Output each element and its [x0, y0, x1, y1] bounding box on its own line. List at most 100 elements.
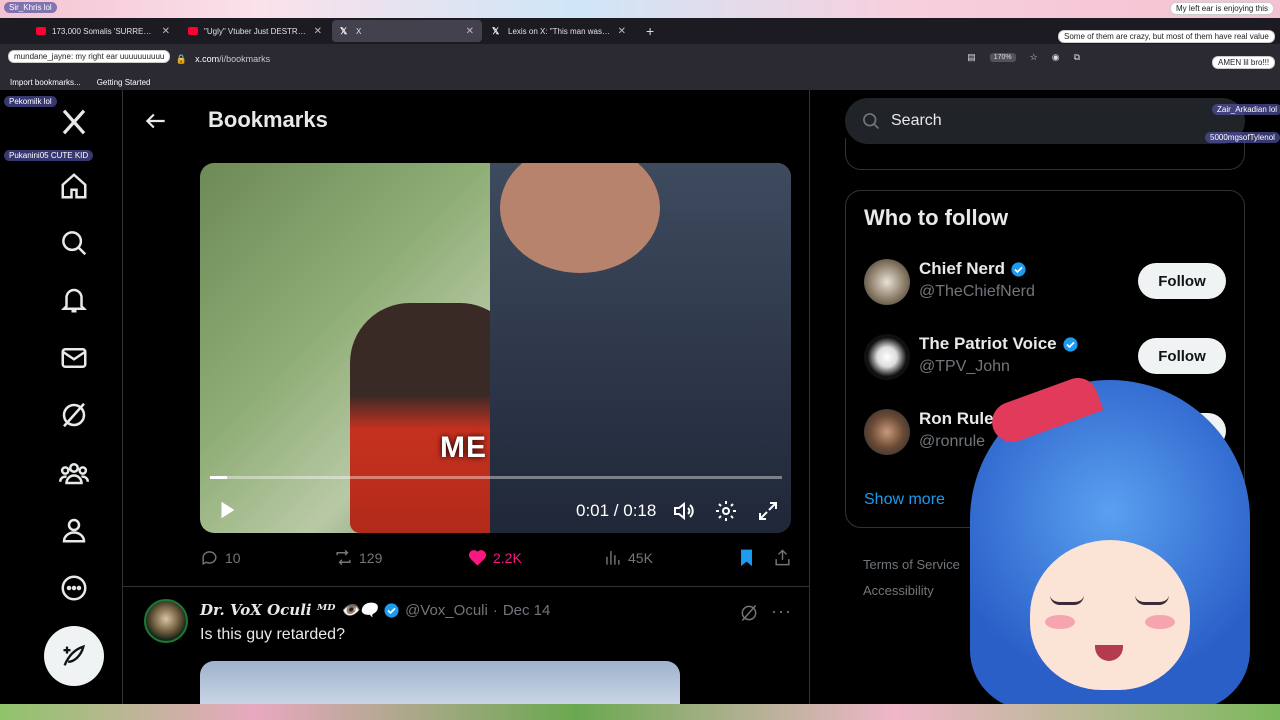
new-tab-button[interactable]: + [646, 23, 654, 39]
bookmark-import[interactable]: Import bookmarks... [10, 78, 81, 87]
vtuber-avatar [950, 370, 1280, 720]
reader-view-icon[interactable]: ▤ [967, 52, 976, 63]
more-options-icon[interactable]: ··· [771, 601, 792, 622]
mail-icon[interactable] [54, 338, 94, 378]
profile-icon[interactable] [54, 510, 94, 550]
vtuber-eye [1135, 595, 1169, 605]
video-controls: 0:01 / 0:18 [200, 493, 791, 533]
chat-message: Pukanini05 CUTE KID [4, 150, 94, 161]
grok-icon[interactable] [739, 603, 759, 623]
avatar[interactable] [864, 409, 910, 455]
address-bar[interactable]: ⬡ 🔒 x.com/i/bookmarks [160, 54, 270, 65]
toolbar-right: ▤ 170% ☆ ◉ ⧉ [967, 52, 1080, 63]
close-tab-icon[interactable]: ✕ [314, 26, 322, 37]
close-tab-icon[interactable]: ✕ [466, 26, 474, 37]
browser-tab-active[interactable]: 𝕏 X ✕ [332, 20, 482, 42]
post-button[interactable] [44, 626, 104, 686]
tweet-media[interactable] [200, 661, 680, 705]
chat-message: 5000mgsofTylenol [1205, 132, 1280, 143]
video-player[interactable]: ME 0:01 / 0:18 [200, 163, 791, 533]
footer-link-terms[interactable]: Terms of Service [863, 552, 960, 578]
extensions-icon[interactable]: ⧉ [1074, 52, 1080, 63]
browser-toolbar: ⬡ 🔒 x.com/i/bookmarks ▤ 170% ☆ ◉ ⧉ [0, 44, 1280, 74]
bookmark-button[interactable] [737, 548, 756, 567]
separator-dot: · [492, 601, 498, 619]
tweet-actions: 10 129 2.2K 45K [200, 548, 795, 572]
back-arrow-icon[interactable] [143, 108, 169, 134]
page-header: Bookmarks [123, 90, 809, 152]
bell-icon[interactable] [54, 280, 94, 320]
repost-button[interactable]: 129 [334, 548, 382, 567]
reply-count: 10 [225, 549, 241, 566]
more-circle-icon[interactable] [54, 568, 94, 608]
sidebar-footer: Terms of Service Accessibility [863, 552, 960, 604]
tab-title: "Ugly" Vtuber Just DESTROYED [204, 26, 308, 36]
account-name: The Patriot Voice [919, 334, 1079, 354]
bookmark-icon [741, 549, 752, 567]
bar-chart-icon [606, 551, 620, 565]
follow-button[interactable]: Follow [1138, 338, 1226, 374]
views-button[interactable]: 45K [603, 548, 653, 567]
avatar[interactable] [144, 599, 188, 643]
settings-gear-icon[interactable] [714, 499, 738, 523]
show-more-link[interactable]: Show more [864, 491, 945, 509]
chat-message: mundane_jayne: my right ear uuuuuuuuuu [8, 50, 171, 63]
url-host: x.com [195, 54, 220, 64]
view-count: 45K [628, 549, 653, 566]
handle[interactable]: @Vox_Oculi [405, 602, 488, 619]
video-caption: ME [440, 431, 487, 464]
search-input[interactable]: Search [845, 98, 1245, 144]
close-tab-icon[interactable]: ✕ [162, 26, 170, 37]
chat-message: Sir_Khris lol [4, 2, 57, 13]
stream-overlay-top [0, 0, 1280, 18]
home-icon[interactable] [54, 166, 94, 206]
x-logo-icon[interactable] [54, 102, 94, 142]
search-icon [863, 113, 880, 130]
avatar[interactable] [864, 334, 910, 380]
play-icon[interactable] [216, 499, 238, 521]
who-to-follow-title: Who to follow [864, 205, 1009, 230]
volume-icon[interactable] [672, 499, 696, 523]
follow-button[interactable]: Follow [1138, 263, 1226, 299]
reply-button[interactable]: 10 [200, 548, 241, 567]
vtuber-blush [1145, 615, 1175, 629]
browser-tab[interactable]: "Ugly" Vtuber Just DESTROYED ✕ [180, 20, 330, 42]
tweet-author: Dr. VoX Oculi ᴹᴰ 👁️🗨️ @Vox_Oculi · Dec 1… [200, 601, 550, 619]
follow-suggestion[interactable]: Chief Nerd @TheChiefNerd Follow [864, 257, 1244, 307]
footer-link-accessibility[interactable]: Accessibility [863, 578, 960, 604]
share-button[interactable] [773, 548, 792, 567]
avatar[interactable] [864, 259, 910, 305]
chat-message: Zair_Arkadian lol [1212, 104, 1280, 115]
bookmark-getting-started[interactable]: Getting Started [97, 78, 151, 87]
tab-title: X [356, 26, 362, 36]
lock-icon: 🔒 [175, 53, 188, 64]
fullscreen-icon[interactable] [756, 499, 780, 523]
chat-message: My left ear is enjoying this [1170, 2, 1275, 15]
grok-icon[interactable] [54, 395, 94, 435]
repost-icon [336, 549, 351, 566]
vtuber-blush [1045, 615, 1075, 629]
search-icon[interactable] [54, 223, 94, 263]
zoom-level[interactable]: 170% [989, 53, 1016, 62]
feather-plus-icon [63, 644, 85, 666]
like-button[interactable]: 2.2K [468, 548, 522, 567]
display-name[interactable]: Dr. VoX Oculi ᴹᴰ 👁️🗨️ [200, 601, 378, 619]
youtube-icon [188, 27, 198, 35]
x-logo-icon: 𝕏 [340, 26, 348, 36]
close-tab-icon[interactable]: ✕ [618, 26, 626, 37]
tab-title: 173,000 Somalis 'SURRENDER t [52, 26, 156, 36]
browser-tab[interactable]: 173,000 Somalis 'SURRENDER t ✕ [28, 20, 178, 42]
communities-icon[interactable] [54, 453, 94, 493]
left-nav [40, 90, 110, 704]
screen: 173,000 Somalis 'SURRENDER t ✕ "Ugly" Vt… [0, 0, 1280, 720]
tweet[interactable]: Dr. VoX Oculi ᴹᴰ 👁️🗨️ @Vox_Oculi · Dec 1… [123, 587, 809, 705]
browser-tab[interactable]: 𝕏 Lexis on X: "This man was ahead ✕ [484, 20, 634, 42]
video-progress-bar[interactable] [210, 476, 782, 479]
bookmarks-timeline: Bookmarks ME 0:01 / 0:18 10 129 2.2K 45K… [122, 90, 810, 705]
star-icon[interactable]: ☆ [1030, 52, 1038, 63]
chat-message: AMEN lil bro!!! [1212, 56, 1276, 69]
account-icon[interactable]: ◉ [1052, 52, 1060, 63]
tweet-date[interactable]: Dec 14 [503, 602, 551, 619]
search-placeholder: Search [891, 112, 942, 129]
verified-badge-icon [1011, 261, 1026, 277]
